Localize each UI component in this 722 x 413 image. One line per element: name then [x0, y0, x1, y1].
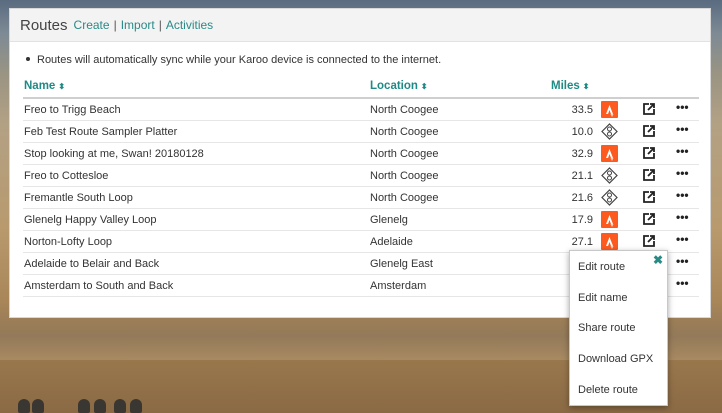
sync-notice-text: Routes will automatically sync while you…	[37, 54, 442, 66]
route-name[interactable]: Amsterdam to South and Back	[24, 280, 173, 292]
more-icon[interactable]: •••	[676, 166, 689, 180]
activities-link[interactable]: Activities	[166, 18, 213, 32]
route-name[interactable]: Stop looking at me, Swan! 20180128	[24, 148, 204, 160]
column-miles-label: Miles	[551, 80, 580, 92]
menu-item-edit-name[interactable]: Edit name	[578, 292, 628, 304]
share-icon[interactable]	[642, 146, 656, 160]
close-icon[interactable]: ✖	[653, 253, 663, 267]
route-location: North Coogee	[370, 170, 439, 182]
route-location: Glenelg East	[370, 258, 433, 270]
share-icon[interactable]	[642, 212, 656, 226]
page-title: Routes	[20, 16, 68, 34]
column-header-name[interactable]: Name ⬍	[24, 80, 65, 92]
route-location: Amsterdam	[370, 280, 427, 292]
sort-icon: ⬍	[420, 82, 428, 91]
share-icon[interactable]	[642, 234, 656, 248]
route-miles: 10.0	[571, 126, 593, 138]
route-miles: 21.1	[571, 170, 593, 182]
table-row[interactable]: Fremantle South Loop North Coogee 21.6 •••	[23, 187, 699, 209]
route-name[interactable]: Fremantle South Loop	[24, 192, 133, 204]
ridewithgps-icon	[601, 189, 618, 206]
more-icon[interactable]: •••	[676, 232, 689, 246]
route-location: North Coogee	[370, 104, 439, 116]
panel-header: Routes Create | Import | Activities	[10, 9, 710, 42]
more-icon[interactable]: •••	[676, 100, 689, 114]
more-icon[interactable]: •••	[676, 210, 689, 224]
column-header-miles[interactable]: Miles ⬍	[551, 80, 590, 92]
ridewithgps-icon	[601, 123, 618, 140]
route-name[interactable]: Freo to Cottesloe	[24, 170, 108, 182]
bullet-icon	[26, 57, 30, 62]
strava-icon	[601, 233, 618, 250]
strava-icon	[601, 211, 618, 228]
strava-icon	[601, 101, 618, 118]
sort-icon: ⬍	[582, 82, 590, 91]
more-icon[interactable]: •••	[676, 144, 689, 158]
table-row[interactable]: Feb Test Route Sampler Platter North Coog…	[23, 121, 699, 143]
menu-item-delete-route[interactable]: Delete route	[578, 384, 638, 396]
table-header: Name ⬍ Location ⬍ Miles ⬍	[23, 77, 699, 99]
header-separator: |	[113, 18, 117, 32]
column-location-label: Location	[370, 80, 418, 92]
route-location: North Coogee	[370, 148, 439, 160]
route-name[interactable]: Freo to Trigg Beach	[24, 104, 121, 116]
more-icon[interactable]: •••	[676, 188, 689, 202]
share-icon[interactable]	[642, 190, 656, 204]
route-name[interactable]: Glenelg Happy Valley Loop	[24, 214, 157, 226]
route-location: Glenelg	[370, 214, 408, 226]
route-name[interactable]: Norton-Lofty Loop	[24, 236, 112, 248]
sync-notice: Routes will automatically sync while you…	[26, 54, 441, 66]
sort-icon: ⬍	[58, 82, 65, 91]
route-miles: 27.1	[571, 236, 593, 248]
strava-icon	[601, 145, 618, 162]
route-location: North Coogee	[370, 192, 439, 204]
share-icon[interactable]	[642, 168, 656, 182]
route-miles: 33.5	[571, 104, 593, 116]
share-icon[interactable]	[642, 124, 656, 138]
table-row[interactable]: Freo to Cottesloe North Coogee 21.1 •••	[23, 165, 699, 187]
route-location: Adelaide	[370, 236, 413, 248]
header-separator: |	[158, 18, 162, 32]
column-name-label: Name	[24, 80, 56, 92]
route-miles: 21.6	[571, 192, 593, 204]
more-icon[interactable]: •••	[676, 122, 689, 136]
more-icon[interactable]: •••	[676, 254, 689, 268]
create-link[interactable]: Create	[74, 18, 110, 32]
route-miles: 32.9	[571, 148, 593, 160]
background-riders	[18, 395, 148, 413]
menu-item-share-route[interactable]: Share route	[578, 322, 635, 334]
table-row[interactable]: Stop looking at me, Swan! 20180128 North …	[23, 143, 699, 165]
ridewithgps-icon	[601, 167, 618, 184]
share-icon[interactable]	[642, 102, 656, 116]
menu-item-download-gpx[interactable]: Download GPX	[578, 353, 653, 365]
route-name[interactable]: Adelaide to Belair and Back	[24, 258, 159, 270]
route-name[interactable]: Feb Test Route Sampler Platter	[24, 126, 177, 138]
table-row[interactable]: Glenelg Happy Valley Loop Glenelg 17.9 •••	[23, 209, 699, 231]
import-link[interactable]: Import	[121, 18, 155, 32]
menu-item-edit-route[interactable]: Edit route	[578, 261, 625, 273]
route-location: North Coogee	[370, 126, 439, 138]
route-miles: 17.9	[571, 214, 593, 226]
column-header-location[interactable]: Location ⬍	[370, 80, 428, 92]
route-actions-menu: ✖ Edit route Edit name Share route Downl…	[569, 250, 668, 406]
table-row[interactable]: Freo to Trigg Beach North Coogee 33.5 •••	[23, 99, 699, 121]
more-icon[interactable]: •••	[676, 276, 689, 290]
